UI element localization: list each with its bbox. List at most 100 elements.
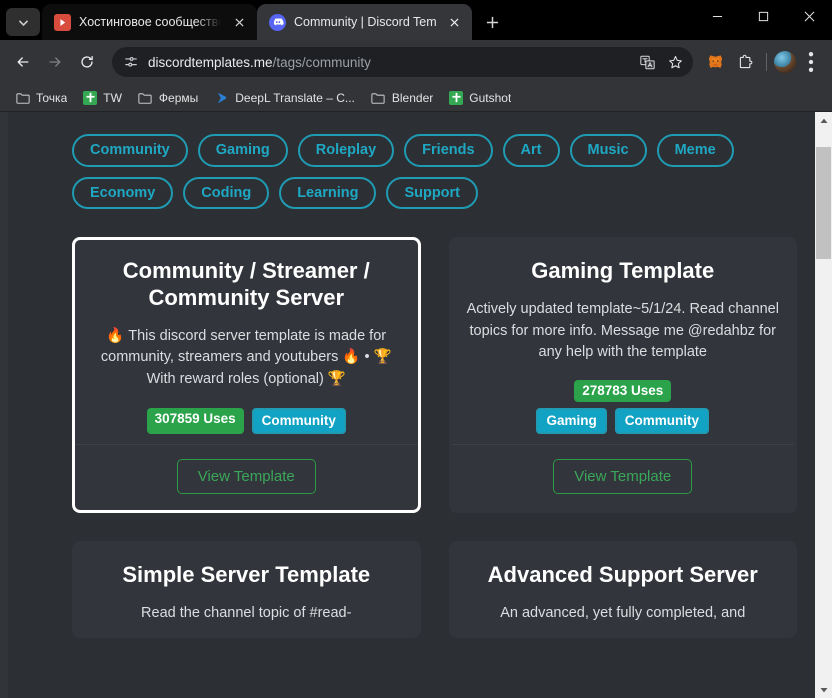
browser-toolbar: discordtemplates.me/tags/community xyxy=(0,40,832,84)
uses-badge: 278783 Uses xyxy=(574,380,672,403)
close-window-button[interactable] xyxy=(786,0,832,32)
page-left-gutter xyxy=(0,112,8,698)
category-badge[interactable]: Gaming xyxy=(536,408,607,435)
tag-music[interactable]: Music xyxy=(569,134,647,167)
page-viewport: Community Gaming Roleplay Friends Art Mu… xyxy=(0,112,832,698)
close-icon[interactable] xyxy=(229,12,249,32)
tab-title: Community | Discord Templates xyxy=(294,15,436,29)
translate-icon[interactable] xyxy=(635,50,659,74)
bookmark-tw[interactable]: TW xyxy=(76,88,129,108)
browser-window: Хостинговое сообщество «Tim Community | … xyxy=(0,0,832,698)
red-play-icon xyxy=(54,13,71,31)
card-description: An advanced, yet fully completed, and xyxy=(500,605,746,622)
new-tab-button[interactable] xyxy=(478,8,506,36)
discord-templates-page: Community Gaming Roleplay Friends Art Mu… xyxy=(0,112,815,698)
tag-friends[interactable]: Friends xyxy=(404,134,493,167)
template-card[interactable]: Advanced Support Server An advanced, yet… xyxy=(448,541,797,639)
avatar[interactable] xyxy=(774,51,796,73)
maximize-button[interactable] xyxy=(740,0,786,32)
green-app-icon xyxy=(83,90,98,105)
bookmark-tochka[interactable]: Точка xyxy=(8,87,74,108)
tune-icon[interactable] xyxy=(122,53,140,71)
fox-icon xyxy=(708,54,722,68)
page-content: Community Gaming Roleplay Friends Art Mu… xyxy=(0,134,815,639)
uses-badge: 307859 Uses xyxy=(146,408,244,435)
card-meta: 307859 Uses Community xyxy=(89,392,404,435)
template-card[interactable]: Community / Streamer / Community Server … xyxy=(72,237,421,514)
discord-icon xyxy=(269,13,286,31)
folder-icon xyxy=(371,90,386,105)
bookmark-fermy[interactable]: Фермы xyxy=(131,87,205,108)
reload-button[interactable] xyxy=(72,47,102,77)
card-footer: View Template xyxy=(451,444,794,510)
card-body: Community / Streamer / Community Server … xyxy=(75,240,418,444)
tag-economy[interactable]: Economy xyxy=(72,176,174,209)
bookmark-label: TW xyxy=(103,90,122,105)
minimize-icon xyxy=(712,15,722,17)
tag-roleplay[interactable]: Roleplay xyxy=(297,134,395,167)
bookmark-label: Точка xyxy=(36,90,68,105)
back-button[interactable] xyxy=(8,47,38,77)
url-host: discordtemplates.me xyxy=(148,54,273,70)
close-icon[interactable] xyxy=(444,12,464,32)
tag-community[interactable]: Community xyxy=(72,134,188,167)
chevron-up-icon xyxy=(819,118,828,123)
omnibox-actions xyxy=(635,50,687,74)
view-template-button[interactable]: View Template xyxy=(176,459,316,495)
tag-art[interactable]: Art xyxy=(502,134,560,167)
tab-search-button[interactable] xyxy=(6,8,40,36)
folder-icon xyxy=(15,90,30,105)
scroll-down-button[interactable] xyxy=(815,681,832,698)
scrollbar-thumb[interactable] xyxy=(816,147,831,259)
category-badge[interactable]: Community xyxy=(251,408,346,435)
extensions-button[interactable] xyxy=(731,48,759,76)
card-description: Read the channel topic of #read- xyxy=(141,605,352,622)
page-scrollbar[interactable] xyxy=(815,112,832,698)
tag-meme[interactable]: Meme xyxy=(656,134,734,167)
bookmark-deepl[interactable]: DeepL Translate – C... xyxy=(207,87,362,108)
template-card[interactable]: Simple Server Template Read the channel … xyxy=(72,541,421,639)
tag-learning[interactable]: Learning xyxy=(279,176,377,209)
metamask-button[interactable] xyxy=(701,48,729,76)
tag-support[interactable]: Support xyxy=(386,176,479,209)
chevron-down-icon xyxy=(18,19,28,26)
card-title: Simple Server Template xyxy=(122,562,371,588)
badge-line: 278783 Uses xyxy=(574,380,672,403)
category-badge[interactable]: Community xyxy=(614,408,709,435)
card-title: Community / Streamer / Community Server xyxy=(122,258,370,310)
tab-strip: Хостинговое сообщество «Tim Community | … xyxy=(0,0,832,40)
card-title: Gaming Template xyxy=(531,258,715,283)
tag-coding[interactable]: Coding xyxy=(183,176,270,209)
card-title: Advanced Support Server xyxy=(487,562,758,588)
template-card[interactable]: Gaming Template Actively updated templat… xyxy=(448,237,797,514)
badge-line: 307859 Uses Community xyxy=(146,408,346,435)
bookmark-blender[interactable]: Blender xyxy=(364,87,440,108)
window-controls xyxy=(694,0,832,40)
minimize-button[interactable] xyxy=(694,0,740,32)
browser-menu-button[interactable] xyxy=(798,49,824,75)
toolbar-divider xyxy=(766,53,767,71)
close-icon xyxy=(804,11,814,21)
maximize-icon xyxy=(758,11,768,21)
tab-hosting-community[interactable]: Хостинговое сообщество «Tim xyxy=(42,4,257,40)
scrollbar-track[interactable] xyxy=(815,129,832,681)
folder-icon xyxy=(138,90,153,105)
star-icon[interactable] xyxy=(663,50,687,74)
badge-line: Gaming Community xyxy=(536,408,709,435)
url-text[interactable]: discordtemplates.me/tags/community xyxy=(148,55,627,70)
tag-filter-row: Community Gaming Roleplay Friends Art Mu… xyxy=(56,134,797,209)
card-description: 🔥 This discord server template is made f… xyxy=(100,327,392,388)
address-bar[interactable]: discordtemplates.me/tags/community xyxy=(112,47,693,77)
tag-gaming[interactable]: Gaming xyxy=(197,134,288,167)
scroll-up-button[interactable] xyxy=(815,112,832,129)
chevron-down-icon xyxy=(819,687,828,692)
url-path: /tags/community xyxy=(272,54,371,70)
bookmark-gutshot[interactable]: Gutshot xyxy=(442,88,518,108)
view-template-button[interactable]: View Template xyxy=(553,459,693,495)
bookmark-label: Gutshot xyxy=(469,90,512,105)
card-description: Actively updated template~5/1/24. Read c… xyxy=(466,300,779,361)
bookmark-label: Фермы xyxy=(158,90,199,105)
forward-button[interactable] xyxy=(40,47,70,77)
card-meta: 278783 Uses Gaming Community xyxy=(466,364,781,435)
tab-discord-templates[interactable]: Community | Discord Templates xyxy=(257,4,472,40)
